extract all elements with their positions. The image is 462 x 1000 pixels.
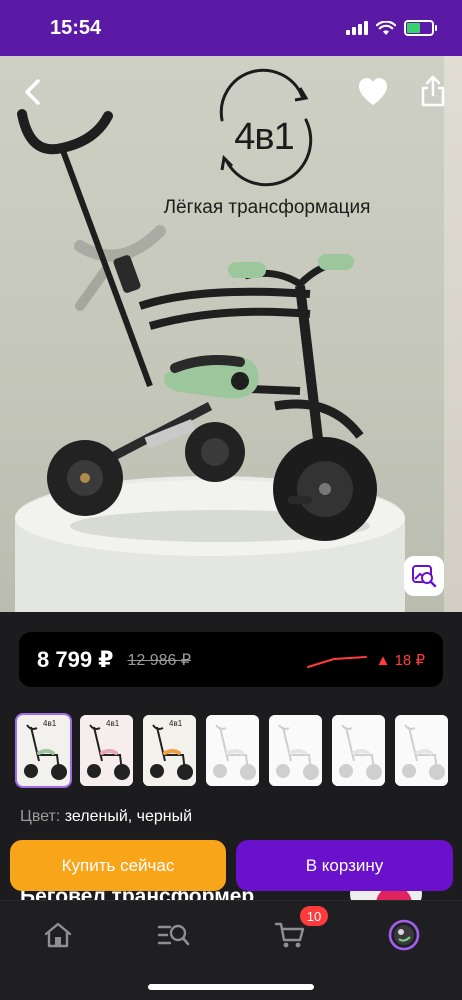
price-trend-line [306, 655, 367, 668]
color-label: Цвет: [20, 808, 61, 825]
price-trend: ▲ 18 ₽ [306, 651, 425, 669]
profile-icon [388, 919, 420, 951]
back-button[interactable] [16, 76, 48, 108]
product-image-gallery[interactable]: 4в1 Лёгкая трансформация [0, 56, 462, 612]
badge-subtitle: Лёгкая трансформация [163, 197, 371, 218]
thumbnail-badge: 4в1 [43, 719, 57, 728]
buy-now-button[interactable]: Купить сейчас [10, 840, 226, 891]
thumbnail-image [332, 715, 385, 786]
badge-title: 4в1 [234, 116, 294, 158]
price-change: ▲ 18 ₽ [375, 651, 425, 669]
color-value: зеленый, черный [64, 808, 193, 825]
thumbnail-1[interactable]: 4в1 [15, 713, 72, 788]
current-price: 8 799 ₽ [37, 646, 114, 672]
color-info: Цвет: зеленый, черный [20, 808, 192, 826]
thumbnail-2[interactable]: 4в1 [80, 715, 133, 786]
home-indicator [148, 984, 314, 990]
thumbnail-badge: 4в1 [106, 719, 120, 728]
visual-search-button[interactable] [404, 556, 444, 596]
status-bar: 15:54 [0, 0, 462, 56]
home-icon [44, 922, 72, 948]
thumbnail-strip: 4в1 4в1 4в1 [15, 713, 448, 788]
nav-catalog[interactable] [153, 917, 193, 953]
thumbnail-5[interactable] [269, 715, 322, 786]
heart-icon [359, 78, 387, 105]
status-time: 15:54 [50, 16, 102, 39]
price-bar[interactable]: 8 799 ₽ 12 986 ₽ ▲ 18 ₽ [19, 632, 443, 687]
signal-icon [346, 21, 368, 35]
cart-icon [274, 922, 305, 948]
old-price: 12 986 ₽ [127, 651, 192, 669]
cart-count-badge: 10 [300, 906, 328, 926]
catalog-search-icon [157, 924, 190, 946]
share-icon [421, 75, 445, 107]
thumbnail-image [269, 715, 322, 786]
thumbnail-3[interactable]: 4в1 [143, 715, 196, 786]
nav-home[interactable] [38, 917, 78, 953]
chevron-left-icon [25, 79, 40, 105]
thumbnail-6[interactable] [332, 715, 385, 786]
battery-icon [404, 20, 437, 36]
add-to-cart-button[interactable]: В корзину [236, 840, 453, 891]
nav-profile[interactable] [384, 917, 424, 953]
thumbnail-badge: 4в1 [169, 719, 183, 728]
product-screen: { "status_bar": { "time": "15:54" }, "he… [0, 0, 462, 1000]
share-button[interactable] [418, 74, 448, 108]
wifi-icon [376, 20, 396, 35]
thumbnail-7[interactable] [395, 715, 448, 786]
thumbnail-4[interactable] [206, 715, 259, 786]
favorite-button[interactable] [356, 76, 390, 108]
status-icons [346, 20, 437, 36]
image-search-icon [412, 565, 437, 588]
thumbnail-image [206, 715, 259, 786]
thumbnail-image [395, 715, 448, 786]
